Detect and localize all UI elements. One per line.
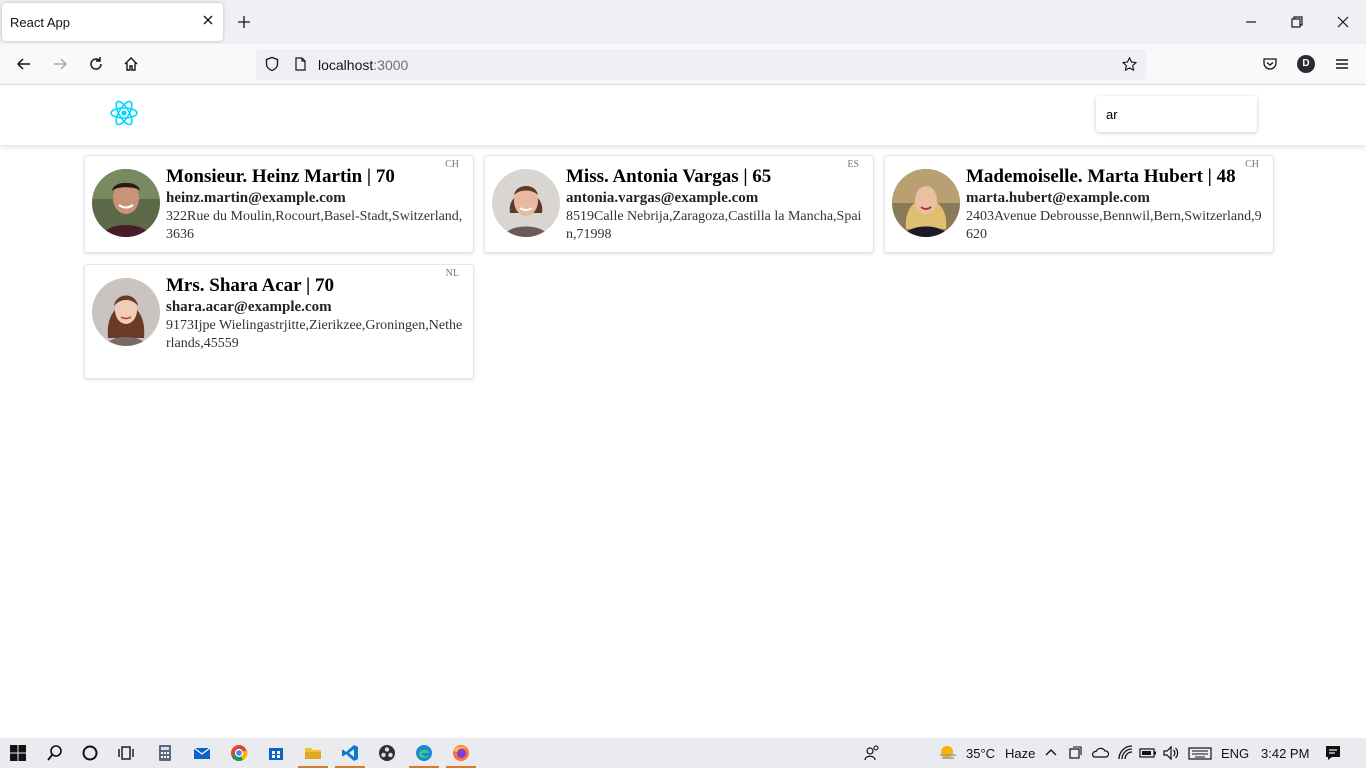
people-icon[interactable] — [863, 744, 881, 762]
app-header — [0, 85, 1366, 145]
pocket-icon[interactable] — [1261, 55, 1279, 73]
country-code: ES — [847, 159, 859, 170]
restore-icon[interactable] — [1289, 14, 1305, 30]
volume-icon[interactable] — [1162, 744, 1180, 762]
cortana-icon[interactable] — [81, 744, 99, 762]
temperature[interactable]: 35°C — [966, 746, 995, 761]
user-address: 9173Ijpe Wielingastrjitte,Zierikzee,Gron… — [166, 318, 463, 351]
url-text[interactable]: localhost:3000 — [318, 57, 408, 73]
avatar — [92, 169, 160, 237]
avatar — [892, 169, 960, 237]
close-window-icon[interactable] — [1335, 14, 1351, 30]
reload-icon[interactable] — [87, 55, 105, 73]
url-host: localhost — [318, 57, 374, 73]
new-tab-icon[interactable] — [236, 14, 252, 30]
search-icon[interactable] — [46, 744, 64, 762]
country-code: CH — [445, 159, 459, 170]
user-email: antonia.vargas@example.com — [566, 190, 759, 206]
battery-icon[interactable] — [1139, 744, 1157, 762]
close-tab-icon[interactable] — [201, 13, 215, 27]
user-name: Mrs. Shara Acar | 70 — [166, 275, 334, 296]
search-input[interactable] — [1096, 96, 1257, 132]
card-body: Miss. Antonia Vargas | 65 antonia.vargas… — [566, 166, 865, 244]
shield-icon[interactable] — [264, 56, 280, 72]
meet-now-icon[interactable] — [1068, 744, 1082, 762]
onedrive-icon[interactable] — [1090, 744, 1110, 762]
user-address: 322Rue du Moulin,Rocourt,Basel-Stadt,Swi… — [166, 209, 463, 242]
mail-icon[interactable] — [193, 744, 211, 762]
user-name: Mademoiselle. Marta Hubert | 48 — [966, 166, 1236, 187]
card-body: Mrs. Shara Acar | 70 shara.acar@example.… — [166, 275, 465, 353]
user-card[interactable]: Mademoiselle. Marta Hubert | 48 marta.hu… — [884, 155, 1274, 253]
weather-text[interactable]: Haze — [1005, 746, 1035, 761]
user-email: shara.acar@example.com — [166, 299, 332, 315]
taskbar: 35°C Haze ENG 3:42 PM — [0, 738, 1366, 768]
user-name: Monsieur. Heinz Martin | 70 — [166, 166, 395, 187]
home-icon[interactable] — [122, 55, 140, 73]
back-icon[interactable] — [15, 55, 33, 73]
weather-haze-icon[interactable] — [937, 744, 959, 762]
user-card[interactable]: Miss. Antonia Vargas | 65 antonia.vargas… — [484, 155, 874, 253]
user-address: 2403Avenue Debrousse,Bennwil,Bern,Switze… — [966, 209, 1262, 242]
calculator-icon[interactable] — [156, 744, 174, 762]
edge-icon[interactable] — [415, 744, 433, 762]
file-explorer-icon[interactable] — [304, 744, 322, 762]
page-icon[interactable] — [292, 56, 308, 72]
task-view-icon[interactable] — [117, 744, 135, 762]
bookmark-star-icon[interactable] — [1121, 56, 1138, 73]
account-avatar[interactable]: D — [1297, 55, 1315, 73]
browser-tab[interactable]: React App — [2, 3, 223, 41]
user-card[interactable]: Mrs. Shara Acar | 70 shara.acar@example.… — [84, 264, 474, 379]
user-address: 8519Calle Nebrija,Zaragoza,Castilla la M… — [566, 209, 862, 242]
firefox-icon[interactable] — [452, 744, 470, 762]
country-code: CH — [1245, 159, 1259, 170]
store-icon[interactable] — [267, 744, 285, 762]
menu-icon[interactable] — [1333, 55, 1351, 73]
user-name: Miss. Antonia Vargas | 65 — [566, 166, 772, 187]
language-indicator[interactable]: ENG — [1221, 746, 1249, 761]
wifi-icon[interactable] — [1117, 744, 1135, 762]
user-email: marta.hubert@example.com — [966, 190, 1150, 206]
card-body: Mademoiselle. Marta Hubert | 48 marta.hu… — [966, 166, 1265, 244]
keyboard-icon[interactable] — [1188, 744, 1212, 762]
react-logo-icon — [110, 100, 138, 126]
url-bar[interactable]: localhost:3000 — [256, 49, 1146, 80]
windows-start-icon[interactable] — [9, 744, 27, 762]
forward-icon[interactable] — [51, 55, 69, 73]
user-card[interactable]: Monsieur. Heinz Martin | 70 heinz.martin… — [84, 155, 474, 253]
notifications-icon[interactable] — [1324, 744, 1342, 762]
user-email: heinz.martin@example.com — [166, 190, 346, 206]
tab-title: React App — [10, 15, 70, 30]
browser-tab-bar: React App — [0, 0, 1366, 44]
url-port: :3000 — [373, 57, 409, 73]
obs-icon[interactable] — [378, 744, 396, 762]
country-code: NL — [445, 268, 459, 279]
clock-time[interactable]: 3:42 PM — [1261, 746, 1309, 761]
chrome-icon[interactable] — [230, 744, 248, 762]
card-body: Monsieur. Heinz Martin | 70 heinz.martin… — [166, 166, 465, 244]
chevron-up-icon[interactable] — [1044, 744, 1058, 762]
browser-nav-bar: localhost:3000 D — [0, 44, 1366, 85]
avatar — [492, 169, 560, 237]
vscode-icon[interactable] — [341, 744, 359, 762]
minimize-icon[interactable] — [1243, 14, 1259, 30]
avatar — [92, 278, 160, 346]
